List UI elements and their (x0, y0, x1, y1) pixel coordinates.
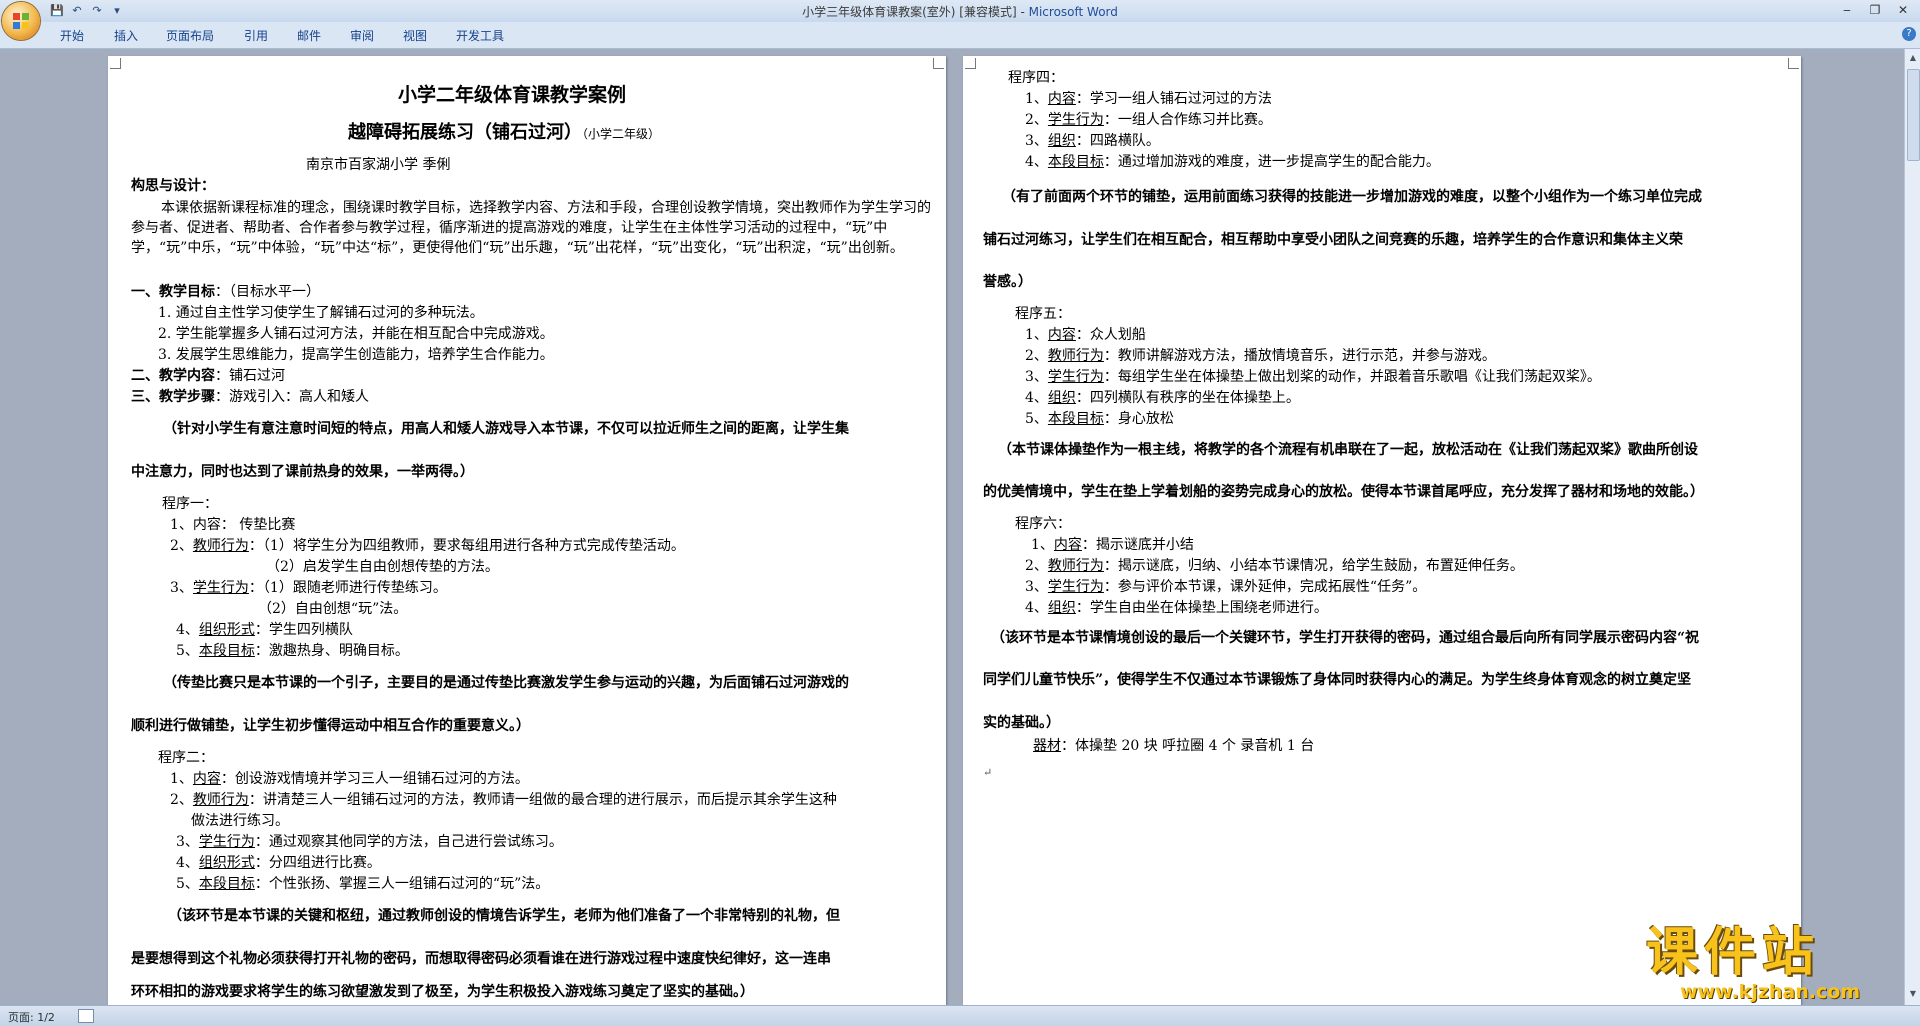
procedure-line: 2、教师行为：揭示谜底，归纳、小结本节课情况，给学生鼓励，布置延伸任务。 (1025, 558, 1524, 574)
procedure-line: 3、学生行为：每组学生坐在体操垫上做出划桨的动作，并跟着音乐歌唱《让我们荡起双桨… (1025, 369, 1601, 385)
window-controls: ‒ ❐ ✕ (1834, 1, 1916, 19)
document-page-2[interactable]: 程序四： 1、内容：学习一组人铺石过河过的方法 2、学生行为：一组人合作练习并比… (963, 56, 1801, 1006)
document-page-1[interactable]: 小学二年级体育课教学案例 越障碍拓展练习（铺石过河）（小学二年级） 南京市百家湖… (108, 56, 946, 1006)
commentary: （该环节是本节课情境创设的最后一个关键环节，学生打开获得的密码，通过组合最后向所… (991, 630, 1700, 646)
procedure-line: 3、学生行为：通过观察其他同学的方法，自己进行尝试练习。 (176, 834, 563, 850)
help-icon[interactable]: ? (1902, 27, 1916, 41)
tab-page-layout[interactable]: 页面布局 (166, 27, 214, 44)
tab-developer[interactable]: 开发工具 (456, 27, 504, 44)
scroll-up-icon[interactable]: ▲ (1907, 53, 1919, 65)
procedure-heading: 程序六： (1015, 516, 1071, 532)
close-icon[interactable]: ✕ (1890, 1, 1916, 19)
watermark-logo: 课件站 www.kjzhan.com (1640, 925, 1920, 1005)
lesson-subtitle: 越障碍拓展练习（铺石过河）（小学二年级） (348, 122, 661, 143)
procedure-line: 4、组织：学生自由坐在体操垫上围绕老师进行。 (1025, 600, 1328, 616)
corner-mark (965, 58, 976, 69)
commentary: （有了前面两个环节的铺垫，运用前面练习获得的技能进一步增加游戏的难度，以整个小组… (1002, 189, 1702, 205)
procedure-line: 4、组织形式：分四组进行比赛。 (176, 855, 381, 871)
paragraph-mark: ↵ (983, 766, 993, 779)
procedure-line: 4、组织形式：学生四列横队 (176, 622, 353, 638)
title-bar: 💾 ↶ ↷ ▾ 小学三年级体育课教案(室外) [兼容模式] - Microsof… (0, 0, 1920, 23)
scroll-thumb[interactable] (1907, 69, 1920, 161)
commentary: （本节课体操垫作为一根主线，将教学的各个流程有机串联在了一起，放松活动在《让我们… (998, 442, 1698, 458)
procedure-line: 5、本段目标：个性张扬、掌握三人一组铺石过河的“玩”法。 (176, 876, 550, 892)
tab-insert[interactable]: 插入 (114, 27, 138, 44)
minimize-icon[interactable]: ‒ (1834, 1, 1860, 19)
procedure-line: 1、内容：学习一组人铺石过河过的方法 (1025, 91, 1272, 107)
procedure-line: （2）自由创想“玩”法。 (258, 601, 408, 617)
author-line: 南京市百家湖小学 季俐 (306, 157, 451, 173)
document-title: 小学二年级体育课教学案例 (398, 84, 627, 106)
corner-mark (110, 58, 121, 69)
window-title: 小学三年级体育课教案(室外) [兼容模式] - Microsoft Word (0, 3, 1920, 20)
app-name: Microsoft Word (1028, 5, 1118, 19)
procedure-line: 4、组织：四列横队有秩序的坐在体操垫上。 (1025, 390, 1300, 406)
equipment-line: 器材：体操垫 20 块 呼拉圈 4 个 录音机 1 台 (1033, 738, 1315, 754)
goals-heading: 一、教学目标：（目标水平一） (131, 284, 320, 300)
watermark-url: www.kjzhan.com (1680, 981, 1861, 1003)
procedure-line: 1、内容：众人划船 (1025, 327, 1146, 343)
page-indicator[interactable]: 页面: 1/2 (8, 1009, 55, 1025)
commentary: 实的基础。） (983, 715, 1060, 731)
goal-item: 2. 学生能掌握多人铺石过河方法，并能在相互配合中完成游戏。 (158, 326, 554, 342)
procedure-line: 3、组织：四路横队。 (1025, 133, 1160, 149)
tab-view[interactable]: 视图 (403, 27, 427, 44)
tab-mailings[interactable]: 邮件 (297, 27, 321, 44)
office-logo-icon (13, 13, 29, 29)
tab-home[interactable]: 开始 (60, 27, 84, 44)
status-bar: 页面: 1/2 (0, 1005, 1920, 1026)
commentary: 是要想得到这个礼物必须获得打开礼物的密码，而想取得密码必须看谁在进行游戏过程中速… (131, 951, 831, 967)
corner-mark (933, 58, 944, 69)
commentary: 环环相扣的游戏要求将学生的练习欲望激发到了极至，为学生积极投入游戏练习奠定了坚实… (131, 984, 754, 1000)
procedure-heading: 程序四： (1008, 70, 1064, 86)
procedure-line: 1、内容：揭示谜底并小结 (1031, 537, 1194, 553)
procedure-heading: 程序二： (158, 750, 214, 766)
document-title: 小学三年级体育课教案(室外) [兼容模式] - (802, 5, 1029, 19)
procedure-heading: 程序五： (1015, 306, 1071, 322)
commentary: 中注意力，同时也达到了课前热身的效果，一举两得。） (131, 464, 474, 480)
goal-item: 3. 发展学生思维能力，提高学生创造能力，培养学生合作能力。 (158, 347, 554, 363)
procedure-line: 2、教师行为：（1）将学生分为四组教师，要求每组用进行各种方式完成传垫活动。 (170, 538, 685, 554)
procedure-line: 2、教师行为：教师讲解游戏方法，播放情境音乐，进行示范，并参与游戏。 (1025, 348, 1496, 364)
procedure-line: 1、内容： 传垫比赛 (170, 517, 296, 533)
tab-references[interactable]: 引用 (244, 27, 268, 44)
commentary: 誉感。） (983, 274, 1032, 290)
goal-item: 1. 通过自主性学习使学生了解铺石过河的多种玩法。 (158, 305, 484, 321)
procedure-line: 1、内容：创设游戏情境并学习三人一组铺石过河的方法。 (170, 771, 529, 787)
procedure-line: 2、学生行为：一组人合作练习并比赛。 (1025, 112, 1272, 128)
procedure-line: （2）启发学生自由创想传垫的方法。 (266, 559, 499, 575)
commentary: （传垫比赛只是本节课的一个引子，主要目的是通过传垫比赛激发学生参与运动的兴趣，为… (163, 675, 849, 691)
procedure-line: 5、本段目标：身心放松 (1025, 411, 1174, 427)
concept-body: 本课依据新课程标准的理念，围绕课时教学目标，选择教学内容、方法和手段，合理创设教… (131, 200, 931, 256)
commentary: 同学们儿童节快乐”，使得学生不仅通过本节课锻炼了身体同时获得内心的满足。为学生终… (983, 672, 1692, 688)
watermark-title: 课件站 (1646, 923, 1821, 983)
procedure-line: 3、学生行为：（1）跟随老师进行传垫练习。 (170, 580, 447, 596)
ribbon-tabs: 开始 插入 页面布局 引用 邮件 审阅 视图 开发工具 ? (0, 22, 1920, 49)
proofing-icon[interactable] (78, 1009, 94, 1023)
procedure-line: 2、教师行为：讲清楚三人一组铺石过河的方法，教师请一组做的最合理的进行展示，而后… (170, 792, 837, 808)
office-button[interactable] (2, 2, 40, 40)
vertical-scrollbar[interactable]: ▲ ▼ (1904, 49, 1920, 1005)
commentary: （该环节是本节课的关键和枢纽，通过教师创设的情境告诉学生，老师为他们准备了一个非… (168, 908, 840, 924)
concept-heading: 构思与设计： (131, 178, 215, 194)
corner-mark (1788, 58, 1799, 69)
procedure-line: 做法进行练习。 (191, 813, 289, 829)
procedure-heading: 程序一： (162, 496, 218, 512)
tab-review[interactable]: 审阅 (350, 27, 374, 44)
procedure-line: 3、学生行为：参与评价本节课，课外延伸，完成拓展性“任务”。 (1025, 579, 1427, 595)
commentary: 顺利进行做铺垫，让学生初步懂得运动中相互合作的重要意义。） (131, 718, 530, 734)
commentary: 的优美情境中，学生在垫上学着划船的姿势完成身心的放松。使得本节课首尾呼应，充分发… (983, 484, 1704, 500)
commentary: （针对小学生有意注意时间短的特点，用高人和矮人游戏导入本节课，不仅可以拉近师生之… (163, 421, 849, 437)
procedure-line: 4、本段目标：通过增加游戏的难度，进一步提高学生的配合能力。 (1025, 154, 1440, 170)
content-heading: 二、教学内容：铺石过河 (131, 368, 285, 384)
steps-heading: 三、教学步骤：游戏引入：高人和矮人 (131, 389, 369, 405)
procedure-line: 5、本段目标：激趣热身、明确目标。 (176, 643, 409, 659)
commentary: 铺石过河练习，让学生们在相互配合，相互帮助中享受小团队之间竞赛的乐趣，培养学生的… (983, 232, 1683, 248)
restore-icon[interactable]: ❐ (1862, 1, 1888, 19)
